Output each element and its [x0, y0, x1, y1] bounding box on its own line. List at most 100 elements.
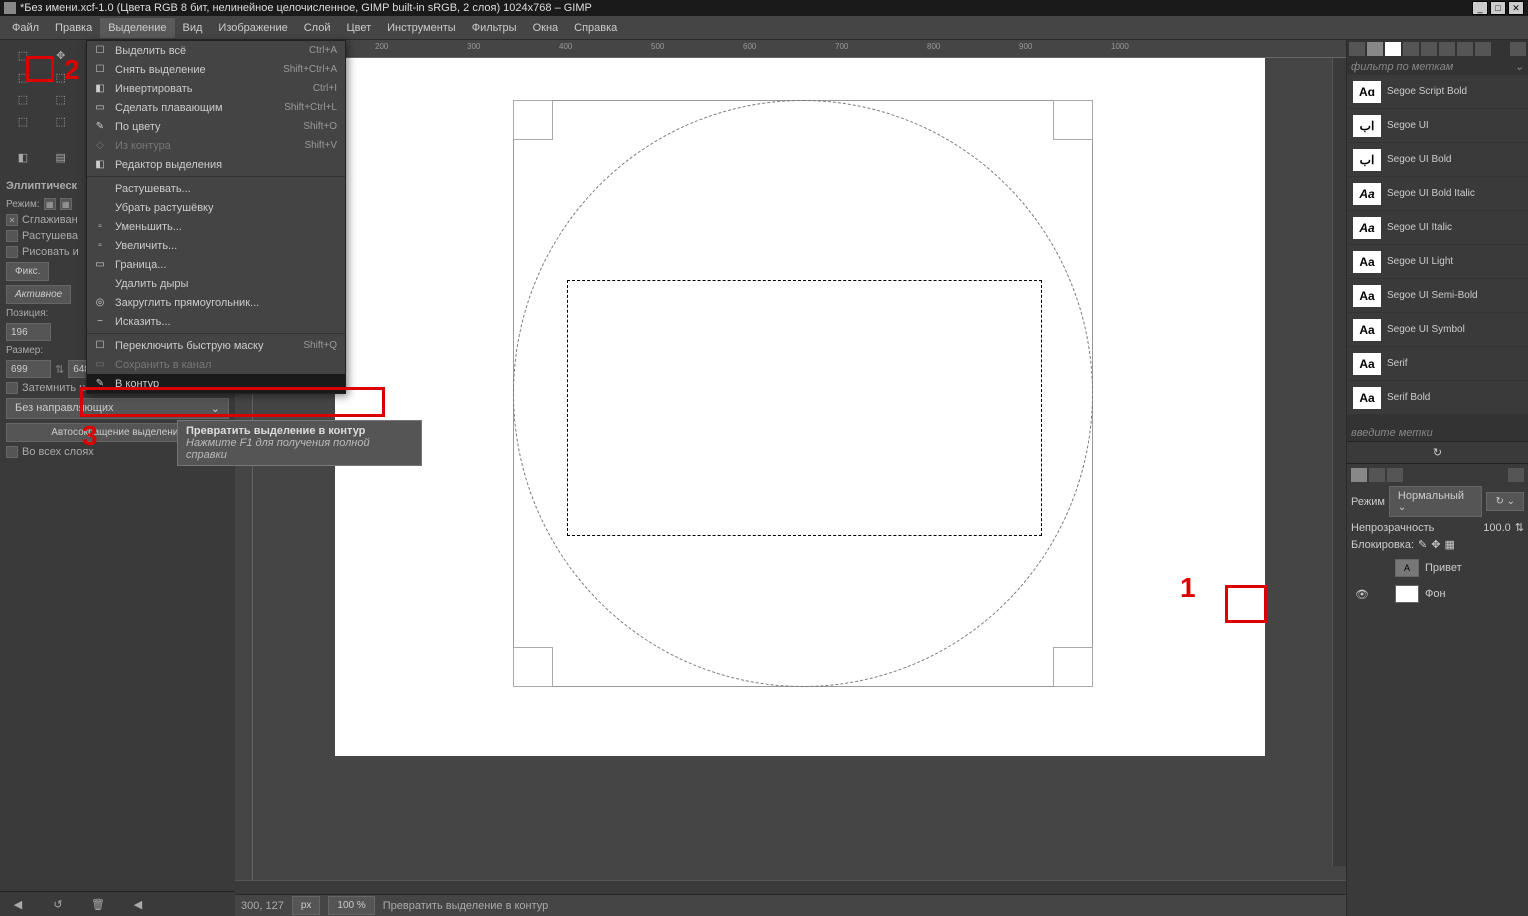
font-item[interactable]: AaSegoe UI Light	[1347, 245, 1528, 279]
darken-checkbox[interactable]	[6, 382, 18, 394]
left-bottom-icon-4[interactable]: ◀	[128, 896, 148, 912]
canvas-viewport[interactable]	[253, 58, 1346, 880]
mode-replace-icon[interactable]: ▦	[44, 198, 56, 210]
tool-opt-1[interactable]: ▤	[42, 146, 80, 168]
menu-item[interactable]: ◧ИнвертироватьCtrl+I	[87, 79, 345, 98]
menu-item[interactable]: ~Исказить...	[87, 312, 345, 331]
font-item[interactable]: AaSegoe UI Symbol	[1347, 313, 1528, 347]
left-bottom-icon-2[interactable]: ↺	[48, 896, 68, 912]
menu-выделение[interactable]: Выделение	[100, 18, 174, 38]
menu-фильтры[interactable]: Фильтры	[464, 18, 525, 38]
tab-channels[interactable]	[1369, 468, 1385, 482]
menu-item[interactable]: Растушевать...	[87, 179, 345, 198]
left-bottom-icon-1[interactable]: ◀	[8, 896, 28, 912]
tool-12[interactable]: ⬚	[4, 88, 42, 110]
tab-patterns[interactable]	[1367, 42, 1383, 56]
tab-6[interactable]	[1439, 42, 1455, 56]
pos-x-input[interactable]	[6, 323, 51, 341]
menu-item[interactable]: ◎Закруглить прямоугольник...	[87, 293, 345, 312]
font-scrollbar-h[interactable]	[1347, 415, 1528, 425]
antialias-checkbox[interactable]: ✕	[6, 214, 18, 226]
layer-row[interactable]: AПривет	[1351, 555, 1524, 581]
menu-инструменты[interactable]: Инструменты	[379, 18, 464, 38]
menu-item[interactable]: Убрать растушёвку	[87, 198, 345, 217]
menu-item[interactable]: Удалить дыры	[87, 274, 345, 293]
chevron-down-icon[interactable]: ⌄	[1515, 60, 1524, 73]
font-list[interactable]: AɑSegoe Script BoldابSegoe UIابSegoe UI …	[1347, 75, 1528, 415]
font-item[interactable]: AaSerif Bold	[1347, 381, 1528, 415]
refresh-fonts-icon[interactable]: ↻	[1347, 441, 1528, 463]
lock-pixels-icon[interactable]: ✎	[1418, 538, 1427, 551]
left-bottom-icon-3[interactable]: 🗑	[88, 896, 108, 912]
active-button[interactable]: Активное	[6, 285, 71, 304]
canvas-scrollbar-v[interactable]	[1332, 58, 1346, 866]
menu-item[interactable]: ▫Уменьшить...	[87, 217, 345, 236]
menu-item[interactable]: ✎По цветуShift+O	[87, 117, 345, 136]
font-item[interactable]: AaSegoe UI Italic	[1347, 211, 1528, 245]
maximize-button[interactable]: □	[1490, 1, 1506, 15]
menu-item[interactable]: ☐Снять выделениеShift+Ctrl+A	[87, 60, 345, 79]
tab-gradients[interactable]	[1403, 42, 1419, 56]
font-item[interactable]: AɑSegoe Script Bold	[1347, 75, 1528, 109]
layer-mode-extra[interactable]: ↻ ⌄	[1486, 492, 1524, 511]
layer-visibility-icon[interactable]: 👁	[1355, 587, 1369, 601]
feather-checkbox[interactable]	[6, 230, 18, 242]
font-filter-placeholder[interactable]: фильтр по меткам	[1351, 61, 1515, 73]
fixed-button[interactable]: Фикс.	[6, 262, 49, 281]
menu-изображение[interactable]: Изображение	[210, 18, 295, 38]
tab-fonts[interactable]	[1385, 42, 1401, 56]
tab-paths[interactable]	[1387, 468, 1403, 482]
tab-7[interactable]	[1457, 42, 1473, 56]
tool-opt-0[interactable]: ◧	[4, 146, 42, 168]
menu-item[interactable]: ▭Сделать плавающимShift+Ctrl+L	[87, 98, 345, 117]
menu-цвет[interactable]: Цвет	[338, 18, 379, 38]
tab-menu-icon[interactable]	[1510, 42, 1526, 56]
font-item[interactable]: AaSerif	[1347, 347, 1528, 381]
menu-item[interactable]: ▭Граница...	[87, 255, 345, 274]
tool-18[interactable]: ⬚	[4, 110, 42, 132]
tool-0[interactable]: ⬚	[4, 44, 42, 66]
menu-item[interactable]: ◧Редактор выделения	[87, 155, 345, 174]
menu-правка[interactable]: Правка	[47, 18, 100, 38]
layers-tab-menu-icon[interactable]	[1508, 468, 1524, 482]
tab-5[interactable]	[1421, 42, 1437, 56]
drawfrom-checkbox[interactable]	[6, 246, 18, 258]
tab-layers[interactable]	[1351, 468, 1367, 482]
opacity-spinner-icon[interactable]: ⇅	[1515, 521, 1524, 534]
tool-6[interactable]: ⬚	[4, 66, 42, 88]
size-w-input[interactable]	[6, 360, 51, 378]
tool-13[interactable]: ⬚	[42, 88, 80, 110]
guides-dropdown[interactable]: Без направляющих⌄	[6, 398, 229, 419]
font-item[interactable]: ابSegoe UI Bold	[1347, 143, 1528, 177]
tab-8[interactable]	[1475, 42, 1491, 56]
lock-position-icon[interactable]: ✥	[1431, 538, 1440, 551]
layer-mode-dropdown[interactable]: Нормальный ⌄	[1389, 486, 1483, 517]
all-layers-checkbox[interactable]	[6, 446, 18, 458]
layer-row[interactable]: 👁Фон	[1351, 581, 1524, 607]
font-item[interactable]: ابSegoe UI	[1347, 109, 1528, 143]
menu-слой[interactable]: Слой	[296, 18, 339, 38]
menu-item[interactable]: ☐Переключить быструю маскуShift+Q	[87, 336, 345, 355]
minimize-button[interactable]: _	[1472, 1, 1488, 15]
mode-add-icon[interactable]: ▦	[60, 198, 72, 210]
font-item[interactable]: AaSegoe UI Semi-Bold	[1347, 279, 1528, 313]
tab-brushes[interactable]	[1349, 42, 1365, 56]
canvas-scrollbar-h[interactable]	[235, 880, 1346, 894]
canvas[interactable]	[335, 58, 1265, 756]
opacity-value[interactable]: 100.0	[1483, 522, 1511, 534]
menu-вид[interactable]: Вид	[175, 18, 211, 38]
close-button[interactable]: ✕	[1508, 1, 1524, 15]
tool-19[interactable]: ⬚	[42, 110, 80, 132]
status-unit[interactable]: px	[292, 896, 321, 915]
lock-alpha-icon[interactable]: ▦	[1444, 538, 1454, 551]
font-item[interactable]: AaSegoe UI Bold Italic	[1347, 177, 1528, 211]
menu-item[interactable]: ☐Выделить всёCtrl+A	[87, 41, 345, 60]
status-zoom[interactable]: 100 %	[328, 896, 374, 915]
menu-окна[interactable]: Окна	[525, 18, 567, 38]
menu-файл[interactable]: Файл	[4, 18, 47, 38]
menu-item[interactable]: ✎В контур	[87, 374, 345, 393]
layer-visibility-icon[interactable]	[1355, 561, 1369, 575]
font-input-placeholder[interactable]: введите метки	[1351, 427, 1524, 439]
menu-справка[interactable]: Справка	[566, 18, 625, 38]
menu-item[interactable]: ▫Увеличить...	[87, 236, 345, 255]
